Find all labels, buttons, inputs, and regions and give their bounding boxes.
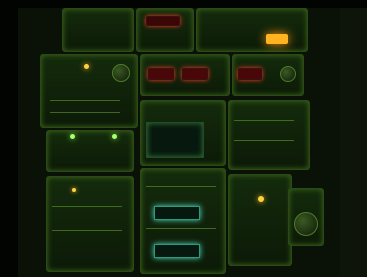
panel-marking <box>50 112 120 113</box>
red-display-1 <box>148 68 174 80</box>
right-dark-edge <box>340 0 367 277</box>
top-center-panel <box>136 8 194 52</box>
center-lower-panel <box>140 168 226 274</box>
left-diagram-panel <box>46 130 134 172</box>
green-indicator-light <box>70 134 75 139</box>
top-dark-edge <box>0 0 367 8</box>
top-left-panel <box>62 8 134 52</box>
rotary-knob <box>280 66 296 82</box>
top-red-digit-readout <box>146 16 180 26</box>
cockpit-overhead-panel-photo <box>0 0 367 277</box>
panel-marking <box>50 100 120 101</box>
cyan-display-1 <box>154 206 200 220</box>
panel-marking <box>146 186 216 187</box>
left-dark-edge <box>0 0 18 277</box>
top-right-panel <box>196 8 308 52</box>
panel-marking <box>146 228 216 229</box>
amber-indicator-light <box>84 64 89 69</box>
panel-marking <box>234 140 294 141</box>
panel-marking <box>52 230 122 231</box>
amber-annunciator <box>266 34 288 44</box>
red-display-3 <box>238 68 262 80</box>
red-display-2 <box>182 68 208 80</box>
round-dial <box>294 212 318 236</box>
panel-marking <box>234 120 294 121</box>
right-lower-panel <box>228 174 292 266</box>
fmc-screen <box>146 122 204 158</box>
right-middle-panel <box>228 100 310 170</box>
left-lower-panel <box>46 176 134 272</box>
amber-indicator-light <box>258 196 264 202</box>
green-indicator-light <box>112 134 117 139</box>
cyan-display-2 <box>154 244 200 258</box>
amber-indicator-light <box>72 188 76 192</box>
rotary-knob <box>112 64 130 82</box>
panel-marking <box>52 206 122 207</box>
